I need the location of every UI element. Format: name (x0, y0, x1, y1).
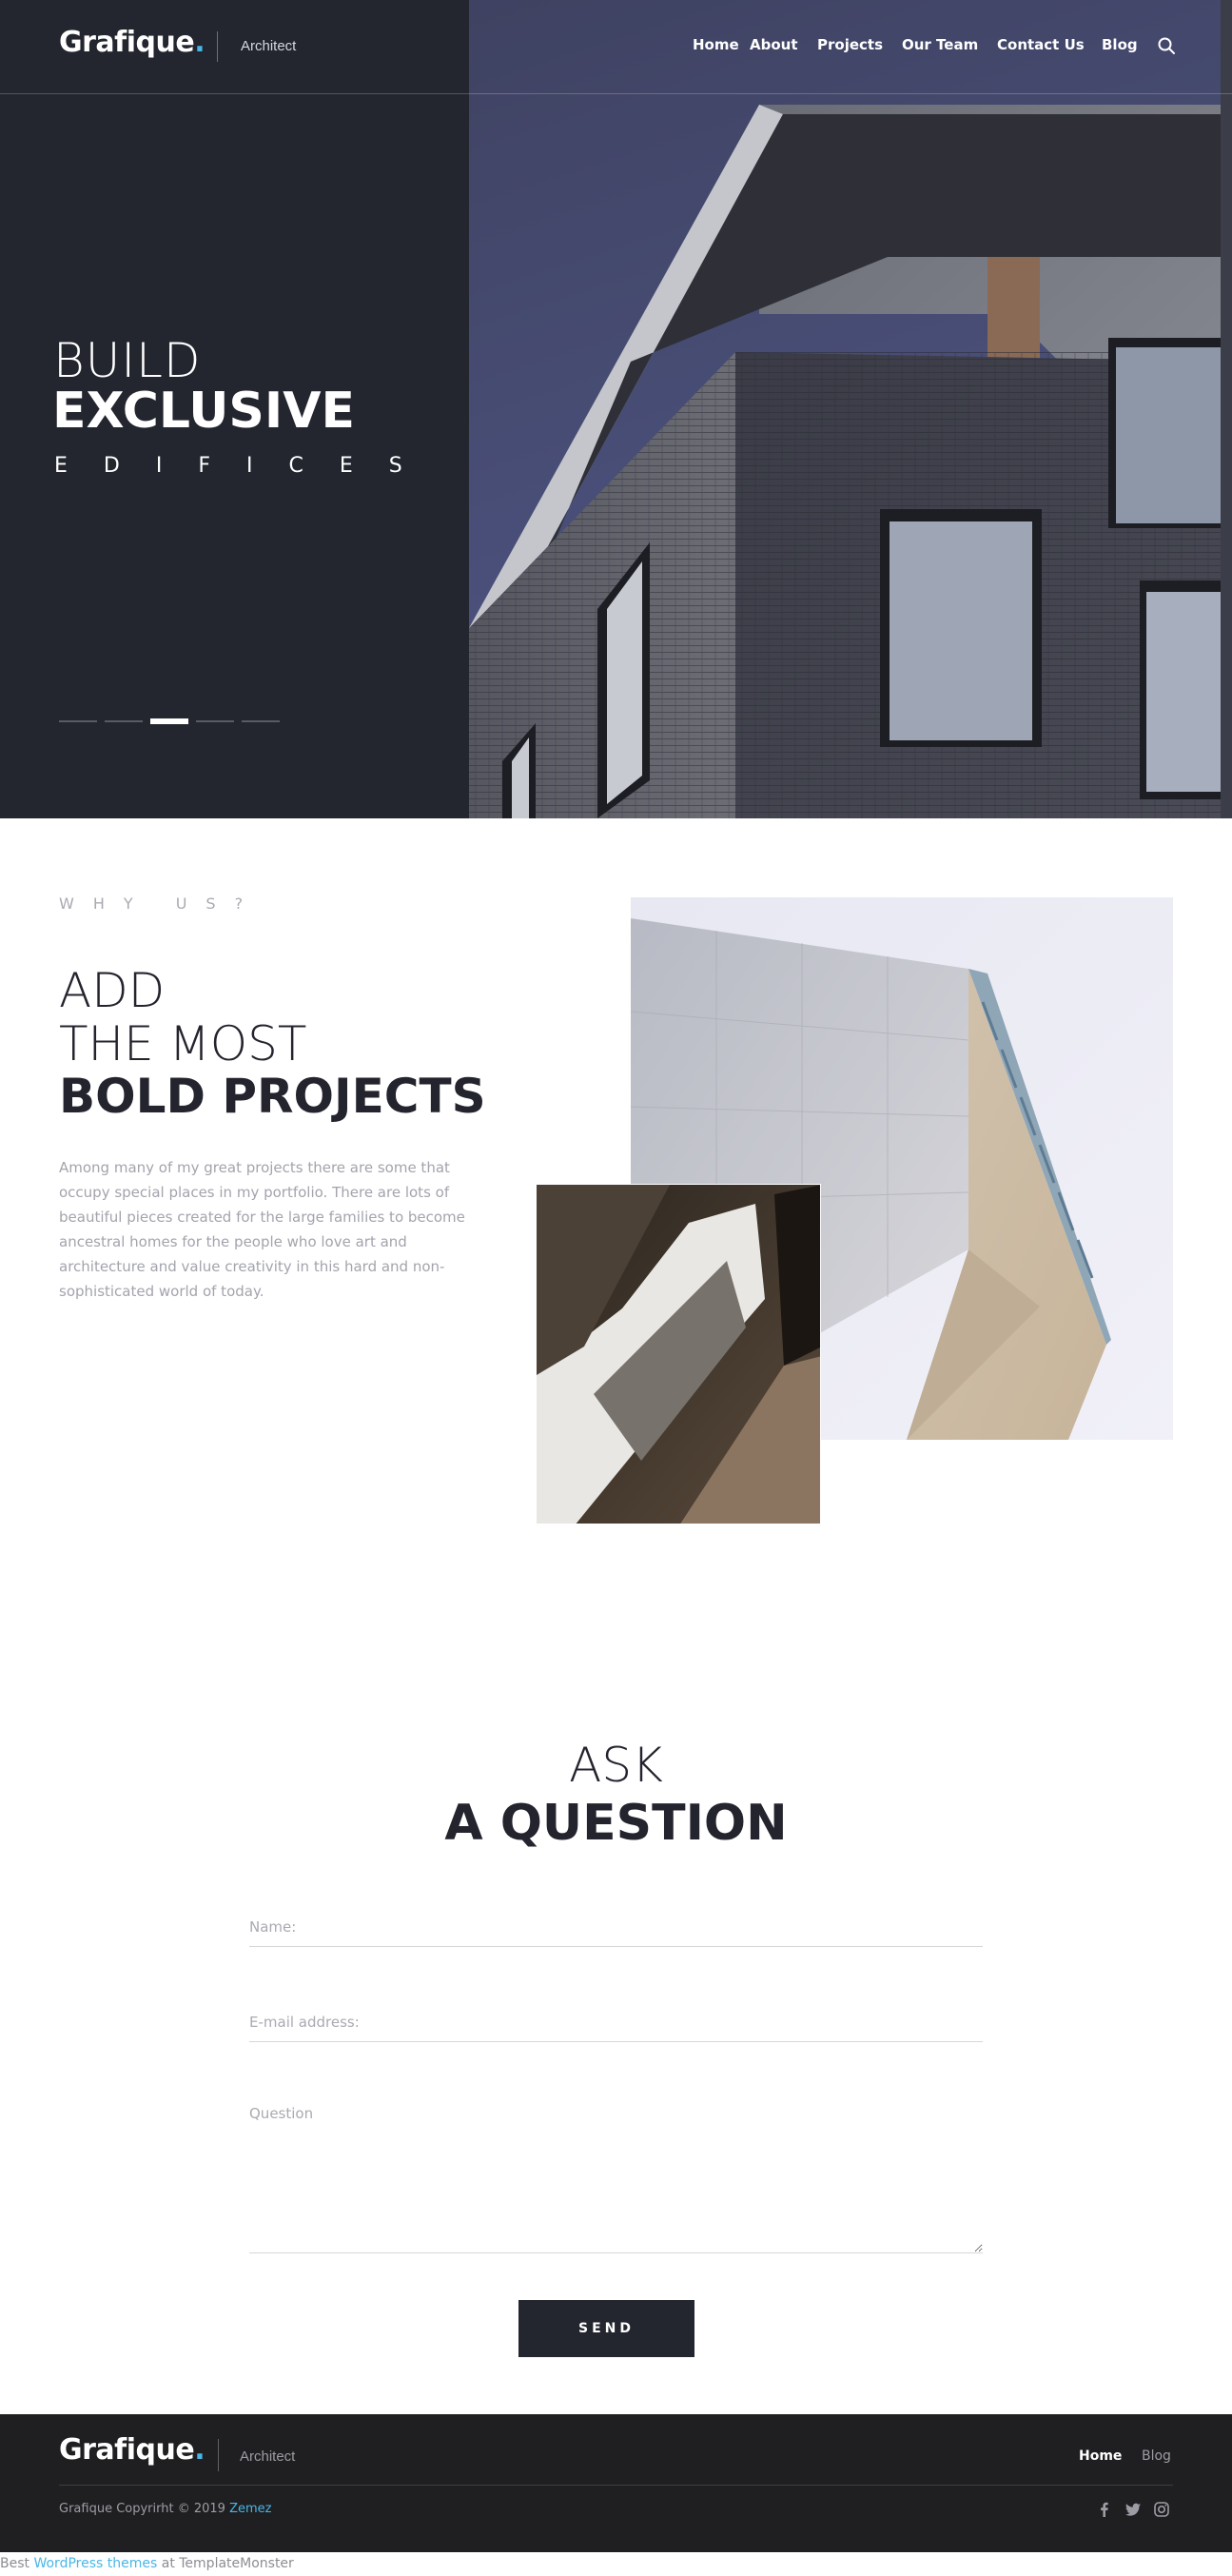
hero-building-photo (469, 0, 1232, 818)
site-footer: Grafique. Architect Home Blog Grafique C… (0, 2414, 1232, 2552)
nav-blog[interactable]: Blog (1102, 36, 1138, 53)
nav-contact-us[interactable]: Contact Us (997, 36, 1085, 53)
theme-credit: Best WordPress themes at TemplateMonster (0, 2556, 294, 2571)
slider-dot-3-active[interactable] (150, 718, 188, 724)
why-heading-line2: THE MOST (59, 1016, 307, 1072)
email-input[interactable] (249, 2002, 983, 2042)
footer-logo-divider (218, 2439, 219, 2471)
footer-nav-blog[interactable]: Blog (1142, 2448, 1171, 2464)
nav-home[interactable]: Home (693, 36, 739, 53)
ask-heading-line2: A QUESTION (444, 1795, 788, 1852)
footer-logo[interactable]: Grafique. (59, 2433, 205, 2467)
slider-dot-5[interactable] (242, 720, 280, 722)
copyright-link[interactable]: Zemez (229, 2502, 271, 2516)
footer-divider (59, 2485, 1173, 2486)
instagram-icon[interactable] (1153, 2501, 1170, 2518)
slider-dot-1[interactable] (59, 720, 97, 722)
slider-dot-2[interactable] (105, 720, 143, 722)
credit-prefix: Best (0, 2556, 30, 2571)
name-input[interactable] (249, 1907, 983, 1947)
site-logo[interactable]: Grafique. (59, 26, 205, 59)
footer-copyright: Grafique Copyrirht © 2019 Zemez (59, 2502, 271, 2516)
facebook-icon[interactable] (1096, 2501, 1113, 2518)
hero-heading-line1: BUILD (53, 333, 202, 388)
nav-our-team[interactable]: Our Team (902, 36, 978, 53)
hero-slider-pagination (59, 718, 280, 724)
hero-section: Grafique. Architect Home About Projects … (0, 0, 1232, 818)
hero-heading-line3: EDIFICES (54, 454, 439, 478)
send-button[interactable]: SEND (518, 2300, 694, 2357)
credit-suffix: at TemplateMonster (161, 2556, 294, 2571)
why-body-text: Among many of my great projects there ar… (59, 1159, 465, 1300)
footer-nav-home[interactable]: Home (1079, 2448, 1122, 2464)
why-heading-line1: ADD (59, 963, 166, 1018)
slider-dot-4[interactable] (196, 720, 234, 722)
ask-heading-line1: ASK (569, 1738, 663, 1793)
nav-about[interactable]: About (750, 36, 798, 53)
hero-heading-line2: EXCLUSIVE (52, 383, 355, 440)
top-navigation-bar: Grafique. Architect Home About Projects … (0, 0, 1232, 94)
interior-concrete-photo (536, 1184, 821, 1524)
question-textarea[interactable] (249, 2101, 983, 2253)
credit-link[interactable]: WordPress themes (33, 2556, 157, 2571)
copyright-text: Grafique Copyrirht © 2019 (59, 2502, 225, 2516)
logo-divider (217, 31, 218, 62)
hero-building-illustration (469, 0, 1232, 818)
search-icon[interactable] (1157, 36, 1176, 55)
site-tagline: Architect (241, 38, 297, 54)
twitter-icon[interactable] (1124, 2501, 1142, 2518)
nav-projects[interactable]: Projects (817, 36, 883, 53)
footer-tagline: Architect (240, 2448, 296, 2465)
why-us-label: WHY US? (59, 895, 263, 913)
why-heading-line3: BOLD PROJECTS (59, 1069, 486, 1124)
